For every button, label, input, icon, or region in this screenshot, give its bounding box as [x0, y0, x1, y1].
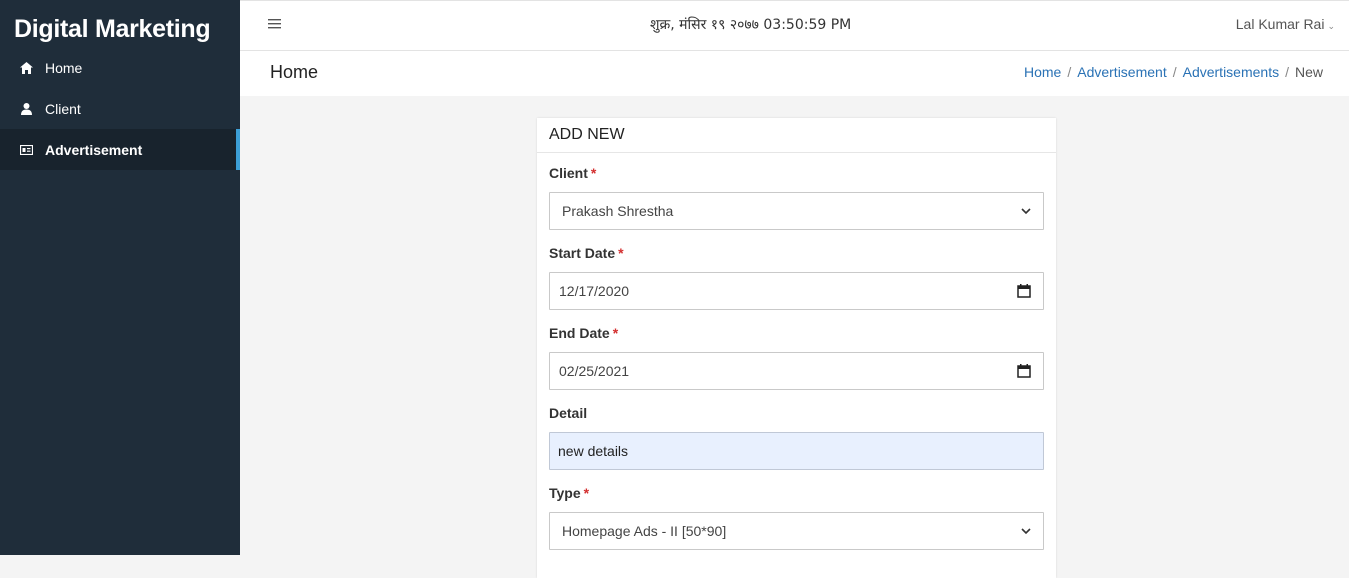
calendar-icon[interactable]	[1017, 364, 1031, 381]
top-navbar: शुक्र, मंसिर १९ २०७७ 03:50:59 PM Lal Kum…	[240, 0, 1349, 51]
breadcrumb-home[interactable]: Home	[1024, 64, 1061, 80]
client-select[interactable]: Prakash Shrestha	[549, 192, 1044, 230]
type-select-value: Homepage Ads - II [50*90]	[562, 523, 727, 539]
start-date-label: Start Date *	[549, 245, 624, 261]
chevron-down-icon	[1021, 524, 1031, 541]
chevron-down-icon: ⌄	[1327, 21, 1335, 31]
user-menu[interactable]: Lal Kumar Rai ⌄	[1236, 16, 1335, 32]
detail-label: Detail	[549, 405, 588, 421]
ad-icon	[19, 143, 33, 157]
user-name: Lal Kumar Rai	[1235, 16, 1325, 32]
required-marker: *	[618, 245, 624, 261]
start-date-input[interactable]: 12/17/2020	[549, 272, 1044, 310]
detail-value: new details	[558, 443, 629, 459]
chevron-down-icon	[1021, 204, 1031, 221]
breadcrumb-separator: /	[1172, 64, 1177, 80]
type-select[interactable]: Homepage Ads - II [50*90]	[549, 512, 1044, 550]
end-date-input[interactable]: 02/25/2021	[549, 352, 1044, 390]
sidebar-item-client[interactable]: Client	[0, 88, 240, 129]
required-marker: *	[583, 485, 590, 501]
client-label: Client *	[549, 165, 597, 181]
breadcrumb-advertisements[interactable]: Advertisements	[1183, 64, 1279, 80]
end-date-label: End Date *	[549, 325, 619, 341]
sidebar-item-home[interactable]: Home	[0, 47, 240, 88]
end-date-value: 02/25/2021	[559, 363, 630, 379]
sidebar: Digital Marketing Home Client Advertisem…	[0, 0, 240, 555]
required-marker: *	[612, 325, 619, 341]
start-date-value: 12/17/2020	[559, 283, 630, 299]
sidebar-item-label: Client	[45, 100, 81, 117]
user-icon	[19, 102, 33, 116]
menu-toggle-icon[interactable]	[268, 17, 284, 33]
sidebar-item-advertisement[interactable]: Advertisement	[0, 129, 240, 170]
breadcrumb-advertisement[interactable]: Advertisement	[1077, 64, 1166, 80]
sidebar-item-label: Home	[45, 59, 83, 76]
calendar-icon[interactable]	[1017, 284, 1031, 301]
breadcrumb-separator: /	[1067, 64, 1072, 80]
breadcrumb: Home / Advertisement / Advertisements / New	[1024, 64, 1323, 80]
breadcrumb-separator: /	[1285, 64, 1289, 80]
page-header: Home Home / Advertisement / Advertisements / N…	[240, 51, 1349, 96]
client-select-value: Prakash Shrestha	[562, 203, 674, 219]
detail-input[interactable]: new details	[549, 432, 1044, 470]
sidebar-item-label: Advertisement	[45, 141, 143, 158]
page-title: Home	[270, 62, 319, 82]
card-title: ADD NEW	[537, 118, 1056, 153]
home-icon	[19, 61, 33, 75]
breadcrumb-current: New	[1294, 64, 1323, 80]
add-new-form-card: ADD NEW Client * Prakash Shrestha Start D…	[537, 118, 1056, 578]
required-marker: *	[590, 165, 597, 181]
type-label: Type *	[549, 485, 590, 501]
current-datetime: शुक्र, मंसिर १९ २०७७ 03:50:59 PM	[650, 17, 852, 33]
